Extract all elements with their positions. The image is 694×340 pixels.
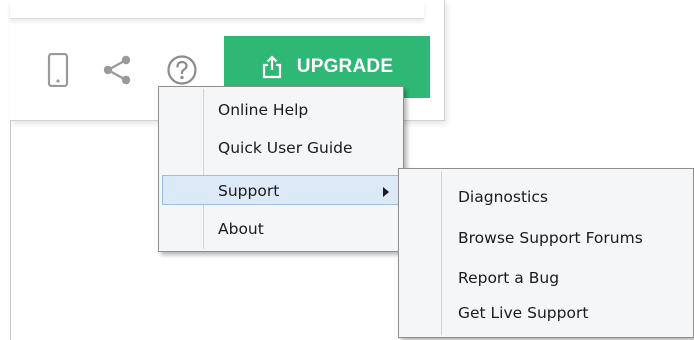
menu-item-label: Online Help — [218, 101, 309, 119]
menu-item-label: Get Live Support — [458, 304, 589, 322]
menu-item-report-a-bug[interactable]: Report a Bug — [402, 263, 690, 293]
menu-item-label: Support — [218, 182, 280, 200]
menu-item-label: Report a Bug — [458, 269, 560, 287]
menu-item-support[interactable]: Support — [162, 175, 400, 205]
menu-item-label: About — [218, 220, 264, 238]
menu-item-diagnostics[interactable]: Diagnostics — [402, 182, 690, 212]
help-menu: Online Help Quick User Guide Support Abo… — [158, 86, 404, 252]
share-icon[interactable] — [97, 53, 137, 87]
menu-item-online-help[interactable]: Online Help — [162, 95, 400, 125]
menu-item-label: Browse Support Forums — [458, 229, 643, 247]
support-submenu: Diagnostics Browse Support Forums Report… — [398, 168, 694, 338]
help-icon[interactable] — [165, 53, 199, 87]
menu-item-about[interactable]: About — [162, 214, 400, 244]
phone-icon[interactable] — [46, 53, 70, 87]
upgrade-label: UPGRADE — [296, 56, 394, 77]
submenu-arrow-icon — [383, 187, 389, 197]
menu-item-browse-support-forums[interactable]: Browse Support Forums — [402, 223, 690, 253]
panel-header-edge — [10, 0, 424, 19]
upload-icon — [261, 55, 283, 79]
menu-item-label: Diagnostics — [458, 188, 548, 206]
menu-item-get-live-support[interactable]: Get Live Support — [402, 298, 690, 328]
menu-item-quick-user-guide[interactable]: Quick User Guide — [162, 133, 400, 163]
menu-item-label: Quick User Guide — [218, 139, 353, 157]
